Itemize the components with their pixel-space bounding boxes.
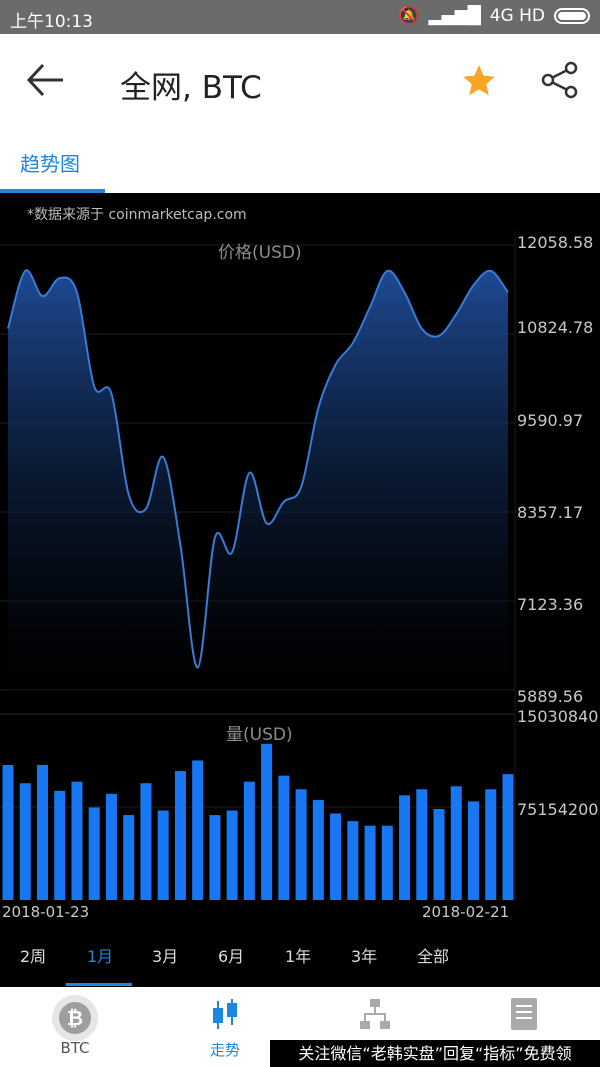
price-volume-chart (0, 231, 516, 901)
range-1m[interactable]: 1月 (87, 943, 113, 967)
volume-bar (416, 789, 428, 900)
price-tick: 9590.97 (517, 411, 584, 430)
volume-bar (174, 771, 186, 900)
range-3y[interactable]: 3年 (351, 943, 377, 967)
price-tick: 5889.56 (517, 687, 584, 706)
volume-bar (209, 815, 221, 900)
volume-bar (71, 781, 83, 900)
volume-bar (433, 809, 445, 900)
price-tick: 7123.36 (517, 595, 584, 614)
price-tick: 12058.58 (517, 233, 594, 252)
x-tick-end: 2018-02-21 (422, 903, 510, 921)
tab-bar: 趋势图 (0, 126, 600, 193)
volume-bar (2, 765, 14, 900)
volume-bar (295, 789, 307, 900)
network-label: 4G HD (489, 6, 545, 26)
range-all[interactable]: 全部 (417, 943, 449, 967)
volume-axis-label: 量(USD) (226, 725, 293, 745)
volume-bar (243, 781, 255, 900)
volume-bar (36, 765, 48, 900)
volume-bar (330, 813, 342, 900)
volume-bar (468, 801, 480, 900)
volume-bar (312, 799, 324, 900)
sitemap-icon (360, 999, 390, 1029)
status-bar: 上午10:13 🔕 ▂▄▆█ 4G HD (0, 0, 600, 34)
document-icon (511, 998, 537, 1030)
range-6m[interactable]: 6月 (218, 943, 244, 967)
star-icon[interactable] (460, 62, 498, 100)
status-time: 上午10:13 (10, 12, 93, 32)
chart-area: *数据来源于 coinmarketcap.com 价格(USD) 量(USD) … (0, 193, 600, 987)
volume-bar (278, 775, 290, 900)
volume-tick: 15030840 (517, 707, 599, 726)
volume-bar (485, 789, 497, 900)
volume-bar (19, 783, 31, 900)
range-selector: 2周 1月 3月 6月 1年 3年 全部 (0, 933, 600, 987)
arrow-left-icon[interactable] (25, 60, 65, 100)
bitcoin-icon: ₿ (52, 995, 98, 1041)
volume-bar (399, 795, 411, 900)
volume-tick: 75154200 (517, 800, 599, 819)
price-area-fill (8, 270, 508, 690)
svg-text:₿: ₿ (67, 1006, 83, 1030)
volume-bar (347, 821, 359, 900)
data-source-note: *数据来源于 coinmarketcap.com (27, 207, 247, 223)
tab-trend-label: 趋势图 (20, 152, 80, 176)
nav-btc-label: BTC (60, 1039, 90, 1057)
price-tick: 8357.17 (517, 503, 584, 522)
volume-bar (381, 825, 393, 900)
volume-bar (140, 783, 152, 900)
price-axis-label: 价格(USD) (218, 243, 302, 263)
page-title: 全网, BTC (120, 70, 262, 106)
volume-bar (123, 815, 135, 900)
mute-icon: 🔕 (398, 6, 420, 26)
range-1y[interactable]: 1年 (285, 943, 311, 967)
volume-bar (364, 825, 376, 900)
app-header: 全网, BTC (0, 34, 600, 126)
range-2w[interactable]: 2周 (20, 943, 46, 967)
volume-bar (192, 760, 204, 900)
price-tick: 10824.78 (517, 318, 594, 337)
range-underline (66, 983, 132, 986)
volume-bar (450, 786, 462, 900)
volume-bar (157, 810, 169, 900)
status-icons: 🔕 ▂▄▆█ 4G HD (398, 6, 590, 26)
tab-trend[interactable]: 趋势图 (0, 126, 105, 193)
volume-bar (105, 793, 117, 900)
nav-btc[interactable]: ₿ BTC (0, 987, 150, 1067)
volume-bar (226, 810, 238, 900)
x-tick-start: 2018-01-23 (2, 903, 90, 921)
range-3m[interactable]: 3月 (152, 943, 178, 967)
signal-icon: ▂▄▆█ (428, 6, 481, 26)
share-icon[interactable] (540, 60, 580, 100)
promo-banner: 关注微信“老韩实盘”回复“指标”免费领 (270, 1040, 600, 1067)
volume-bar (88, 807, 100, 900)
volume-bar (502, 774, 514, 900)
candlestick-icon (213, 999, 237, 1029)
volume-bar (261, 743, 273, 900)
battery-icon (554, 8, 590, 24)
volume-bar (54, 790, 66, 900)
